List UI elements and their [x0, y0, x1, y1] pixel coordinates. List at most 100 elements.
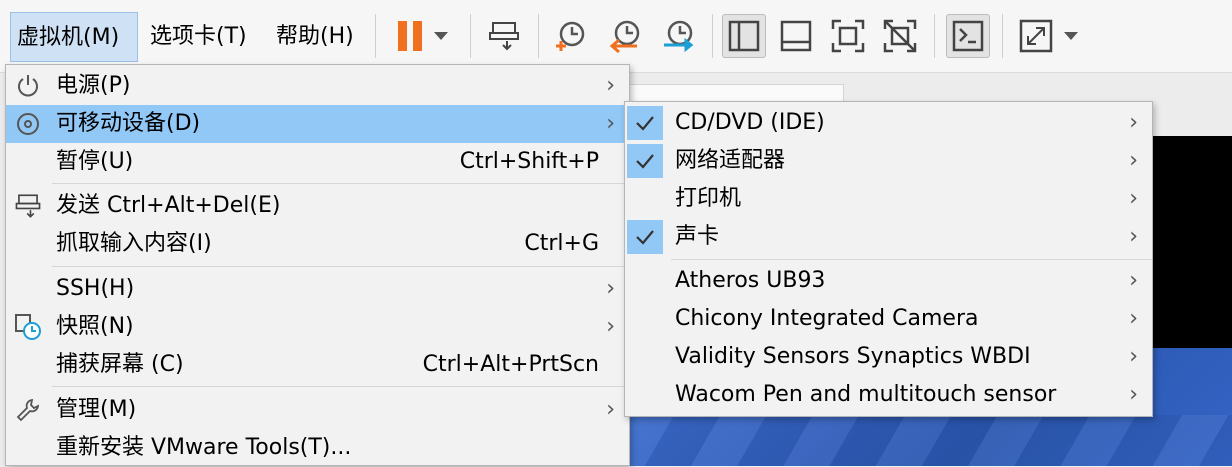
stretch-button[interactable]: [1014, 14, 1058, 58]
chevron-right-icon: ›: [1129, 110, 1138, 135]
device-label: Validity Sensors Synaptics WBDI: [675, 344, 1031, 369]
console-view-icon: [780, 20, 812, 52]
menu-item-label: SSH(H): [56, 276, 135, 301]
take-snapshot-button[interactable]: [548, 14, 592, 58]
menu-divider: [52, 183, 629, 184]
device-item-camera[interactable]: Chicony Integrated Camera ›: [625, 300, 1152, 338]
menu-item-label: 可移动设备(D): [56, 111, 201, 136]
menu-divider: [52, 386, 629, 387]
shortcut-label: Ctrl+Alt+PrtScn: [422, 352, 599, 377]
wrench-icon: [14, 396, 42, 424]
menu-item-power[interactable]: 电源(P) ›: [6, 67, 629, 105]
menu-item-pause[interactable]: 暂停(U) Ctrl+Shift+P: [6, 143, 629, 181]
menu-item-capture-screen[interactable]: 捕获屏幕 (C) Ctrl+Alt+PrtScn: [6, 346, 629, 384]
device-label: 网络适配器: [675, 148, 786, 173]
toolbar-separator: [934, 14, 935, 58]
terminal-button[interactable]: [946, 14, 990, 58]
menu-item-label: 电源(P): [56, 73, 131, 98]
removable-devices-submenu: CD/DVD (IDE) › 网络适配器 › 打印机 › 声卡 › Athero…: [624, 101, 1153, 417]
pause-dropdown-button[interactable]: [426, 14, 456, 58]
toolbar-separator: [1002, 14, 1003, 58]
chevron-right-icon: ›: [1129, 186, 1138, 211]
toolbar-separator: [470, 14, 471, 58]
menu-item-grab-input[interactable]: 抓取输入内容(I) Ctrl+G: [6, 225, 629, 263]
device-item-printer[interactable]: 打印机 ›: [625, 180, 1152, 218]
menu-item-manage[interactable]: 管理(M) ›: [6, 391, 629, 429]
toolbar-separator: [538, 14, 539, 58]
snapshot-take-icon: [556, 21, 585, 51]
menu-item-ssh[interactable]: SSH(H) ›: [6, 270, 629, 308]
device-label: Chicony Integrated Camera: [675, 306, 979, 331]
toolbar-separator: [712, 14, 713, 58]
library-view-button[interactable]: [722, 14, 766, 58]
toolbar-separator: [375, 14, 376, 58]
menu-item-label: 抓取输入内容(I): [56, 231, 212, 256]
guest-desktop-pattern: [628, 415, 1232, 466]
menu-divider: [52, 266, 629, 267]
device-item-fingerprint[interactable]: Validity Sensors Synaptics WBDI ›: [625, 338, 1152, 376]
chevron-right-icon: ›: [606, 276, 615, 301]
device-item-sound-card[interactable]: 声卡 ›: [625, 218, 1152, 256]
chevron-right-icon: ›: [1129, 148, 1138, 173]
menu-item-label: 发送 Ctrl+Alt+Del(E): [56, 193, 281, 218]
menu-item-removable-devices[interactable]: 可移动设备(D) ›: [6, 105, 629, 143]
device-label: 打印机: [675, 186, 742, 211]
terminal-icon: [952, 20, 984, 52]
disc-icon: [14, 110, 42, 138]
device-label: CD/DVD (IDE): [675, 110, 825, 135]
menu-help[interactable]: 帮助(H): [270, 12, 360, 62]
device-label: Atheros UB93: [675, 268, 826, 293]
send-cad-icon: [14, 192, 42, 220]
chevron-right-icon: ›: [1129, 344, 1138, 369]
chevron-right-icon: ›: [606, 111, 615, 136]
fullscreen-icon: [831, 19, 865, 53]
snapshot-manager-button[interactable]: [656, 14, 700, 58]
device-item-wacom[interactable]: Wacom Pen and multitouch sensor ›: [625, 376, 1152, 414]
menu-item-label: 重新安装 VMware Tools(T)...: [56, 435, 352, 460]
device-item-atheros[interactable]: Atheros UB93 ›: [625, 262, 1152, 300]
stretch-icon: [1019, 19, 1053, 53]
device-item-network-adapter[interactable]: 网络适配器 ›: [625, 142, 1152, 180]
dropdown-icon: [434, 32, 448, 40]
chevron-right-icon: ›: [1129, 382, 1138, 407]
menu-item-snapshot[interactable]: 快照(N) ›: [6, 308, 629, 346]
fullscreen-button[interactable]: [826, 14, 870, 58]
revert-snapshot-button[interactable]: [602, 14, 646, 58]
check-icon: [627, 144, 663, 178]
snapshot-revert-icon: [609, 20, 640, 53]
power-icon: [14, 72, 42, 100]
snapshot-icon: [14, 313, 42, 341]
device-item-cd-dvd[interactable]: CD/DVD (IDE) ›: [625, 104, 1152, 142]
chevron-right-icon: ›: [606, 397, 615, 422]
stretch-dropdown-button[interactable]: [1056, 14, 1086, 58]
unity-icon: [883, 19, 917, 53]
menu-item-label: 暂停(U): [56, 149, 134, 174]
chevron-right-icon: ›: [606, 73, 615, 98]
pause-icon: [398, 21, 422, 51]
snapshot-manager-icon: [664, 20, 694, 53]
menu-vm[interactable]: 虚拟机(M): [10, 12, 138, 62]
device-label: Wacom Pen and multitouch sensor: [675, 382, 1057, 407]
chevron-right-icon: ›: [1129, 268, 1138, 293]
chevron-right-icon: ›: [1129, 306, 1138, 331]
check-icon: [627, 220, 663, 254]
shortcut-label: Ctrl+Shift+P: [459, 149, 599, 174]
menu-item-label: 快照(N): [56, 314, 134, 339]
menu-toolbar: 虚拟机(M) 选项卡(T) 帮助(H): [0, 0, 1232, 73]
chevron-right-icon: ›: [606, 314, 615, 339]
send-cad-icon: [489, 22, 519, 51]
device-label: 声卡: [675, 224, 720, 249]
library-view-icon: [728, 20, 760, 52]
send-cad-button[interactable]: [482, 14, 526, 58]
menu-item-label: 捕获屏幕 (C): [56, 352, 184, 377]
chevron-right-icon: ›: [1129, 224, 1138, 249]
menu-tabs[interactable]: 选项卡(T): [144, 12, 253, 62]
vm-menu-dropdown: 电源(P) › 可移动设备(D) › 暂停(U) Ctrl+Shift+P 发送…: [5, 64, 630, 466]
menu-item-label: 管理(M): [56, 397, 137, 422]
menu-item-send-cad[interactable]: 发送 Ctrl+Alt+Del(E): [6, 187, 629, 225]
console-view-button[interactable]: [774, 14, 818, 58]
unity-button[interactable]: [878, 14, 922, 58]
shortcut-label: Ctrl+G: [524, 231, 599, 256]
menu-item-reinstall-tools[interactable]: 重新安装 VMware Tools(T)...: [6, 429, 629, 467]
dropdown-icon: [1064, 32, 1078, 40]
